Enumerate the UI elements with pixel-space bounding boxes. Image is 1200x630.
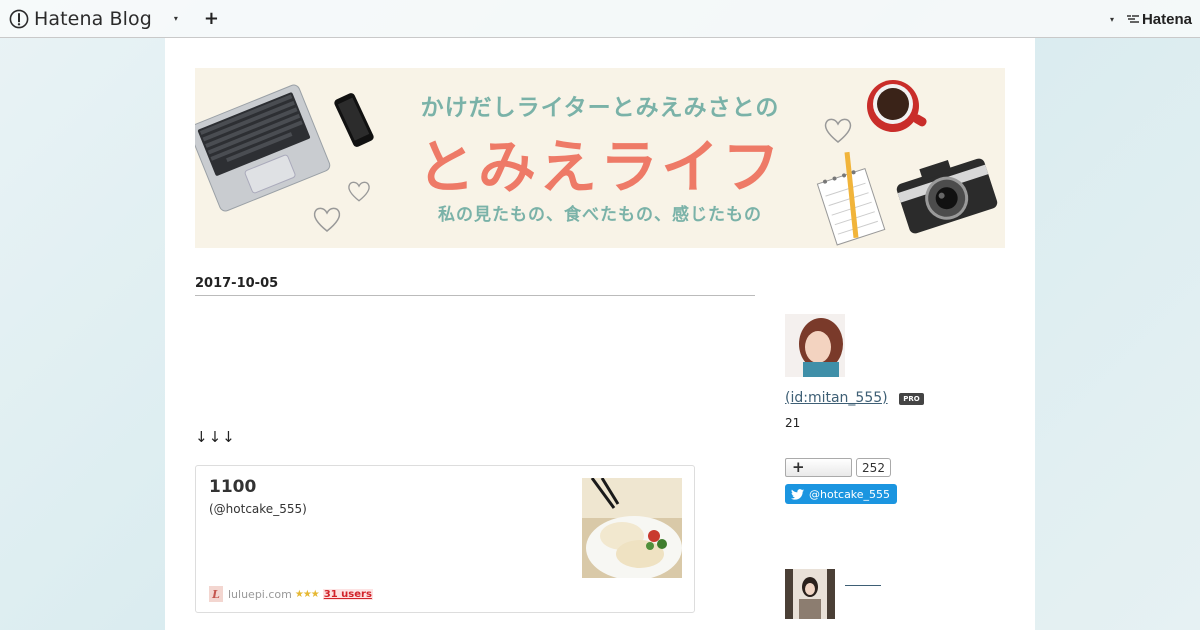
embed-thumbnail-image[interactable]	[582, 478, 682, 578]
account-menu-chevron-down-icon[interactable]: ▾	[1110, 15, 1114, 24]
hatena-blog-logo[interactable]: Hatena Blog	[9, 8, 152, 30]
bookmark-users-badge[interactable]: 31 users	[322, 588, 373, 600]
global-header: Hatena Blog ▾ + ▾ Hatena	[0, 0, 1200, 38]
recent-entry-photo	[785, 569, 835, 619]
blog-page: かけだしライターとみえみさとの とみえライフ 私の見たもの、食べたもの、感じたも…	[165, 38, 1035, 630]
twitter-bird-icon	[791, 488, 804, 500]
pro-badge: PRO	[899, 393, 924, 405]
new-post-plus-icon[interactable]: +	[204, 9, 219, 28]
embed-footer: L luluepi.com ★★★ 31 users	[209, 586, 373, 602]
twitter-follow-button[interactable]: @hotcake_555	[785, 484, 897, 504]
blog-menu-chevron-down-icon[interactable]: ▾	[174, 14, 178, 23]
profile-id-link[interactable]: (id:mitan_555)	[785, 390, 888, 406]
recent-entry-link[interactable]	[845, 585, 881, 586]
hatena-service-link[interactable]: Hatena	[1142, 11, 1192, 28]
account-tools: ▾ Hatena	[1110, 0, 1192, 38]
plus-icon: +	[792, 458, 805, 476]
follower-count: 252	[856, 458, 891, 477]
entry-date[interactable]: 2017-10-05	[195, 276, 755, 296]
twitter-handle: @hotcake_555	[809, 487, 891, 501]
profile-count-text: 21	[785, 416, 801, 430]
hatena-blog-logo-icon	[9, 9, 29, 28]
coffee-cup-illustration	[867, 80, 927, 132]
hatena-mark-icon	[1126, 15, 1139, 23]
food-photo	[582, 478, 682, 578]
star-rating-icon: ★★★	[294, 588, 320, 600]
embed-site-name[interactable]: luluepi.com	[228, 588, 292, 601]
notepad-pencil-illustration	[816, 151, 886, 246]
embed-description: (@hotcake_555)	[209, 502, 307, 516]
embed-title[interactable]: 1100	[209, 477, 256, 497]
site-favicon-icon: L	[209, 586, 223, 602]
blog-card-embed[interactable]: 1100 (@hotcake_555) L luluepi.com ★★★ 31…	[195, 465, 695, 613]
profile-avatar[interactable]	[785, 314, 845, 377]
brand-name: Hatena Blog	[34, 7, 152, 30]
blog-header-banner[interactable]: かけだしライターとみえみさとの とみえライフ 私の見たもの、食べたもの、感じたも…	[195, 68, 1005, 248]
camera-illustration	[896, 158, 998, 234]
recent-entry-thumbnail[interactable]	[785, 569, 835, 619]
follow-button[interactable]: +	[785, 458, 852, 477]
profile-photo	[785, 314, 845, 377]
heart-doodle-icon-right	[824, 118, 852, 143]
entry-text-arrows: ↓↓↓	[195, 428, 236, 446]
